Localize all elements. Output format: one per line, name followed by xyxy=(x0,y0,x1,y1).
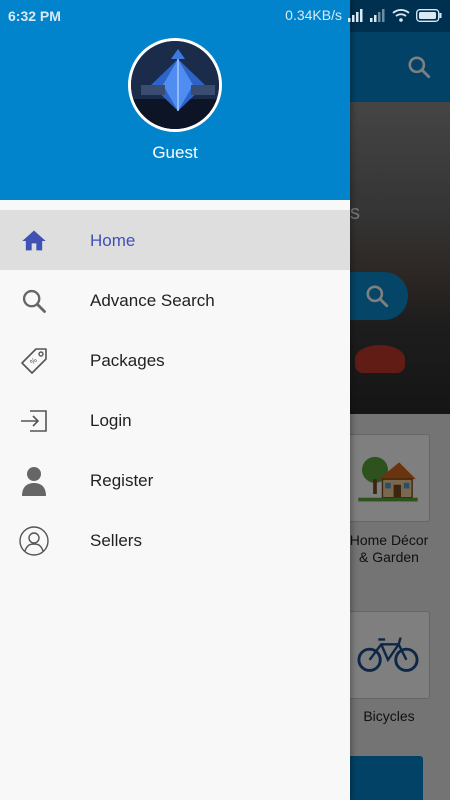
user-circle-icon xyxy=(18,525,50,557)
menu-item-label: Home xyxy=(90,231,136,250)
status-bar: 6:32 PM 0.34KB/s xyxy=(0,0,450,32)
avatar-image xyxy=(131,41,219,129)
menu-item-label: Login xyxy=(90,411,132,430)
menu-item-login[interactable]: Login xyxy=(0,390,350,450)
status-indicators: 0.34KB/s xyxy=(285,7,442,23)
menu-item-home[interactable]: Home xyxy=(0,210,350,270)
menu-item-label: Register xyxy=(90,471,154,490)
menu-item-label: Advance Search xyxy=(90,291,215,310)
login-icon xyxy=(18,405,50,437)
menu-item-packages[interactable]: % Packages xyxy=(0,330,350,390)
navigation-drawer: Guest Home Advance Search % Packages Log… xyxy=(0,0,350,800)
wifi-icon xyxy=(392,9,410,22)
price-tag-icon: % xyxy=(18,345,50,377)
user-name: Guest xyxy=(152,143,198,162)
menu-item-label: Sellers xyxy=(90,531,142,550)
menu-item-sellers[interactable]: Sellers xyxy=(0,510,350,570)
home-icon xyxy=(18,225,50,257)
drawer-menu: Home Advance Search % Packages Login Reg… xyxy=(0,210,350,570)
status-time: 6:32 PM xyxy=(8,8,61,24)
network-speed: 0.34KB/s xyxy=(285,7,342,23)
menu-item-advance-search[interactable]: Advance Search xyxy=(0,270,350,330)
avatar[interactable] xyxy=(128,38,222,132)
battery-icon xyxy=(416,8,442,22)
person-icon xyxy=(18,465,50,497)
search-icon xyxy=(18,285,50,317)
signal-icon xyxy=(348,8,363,22)
svg-text:%: % xyxy=(28,356,39,367)
menu-item-register[interactable]: Register xyxy=(0,450,350,510)
signal-icon xyxy=(370,8,385,22)
menu-item-label: Packages xyxy=(90,351,165,370)
